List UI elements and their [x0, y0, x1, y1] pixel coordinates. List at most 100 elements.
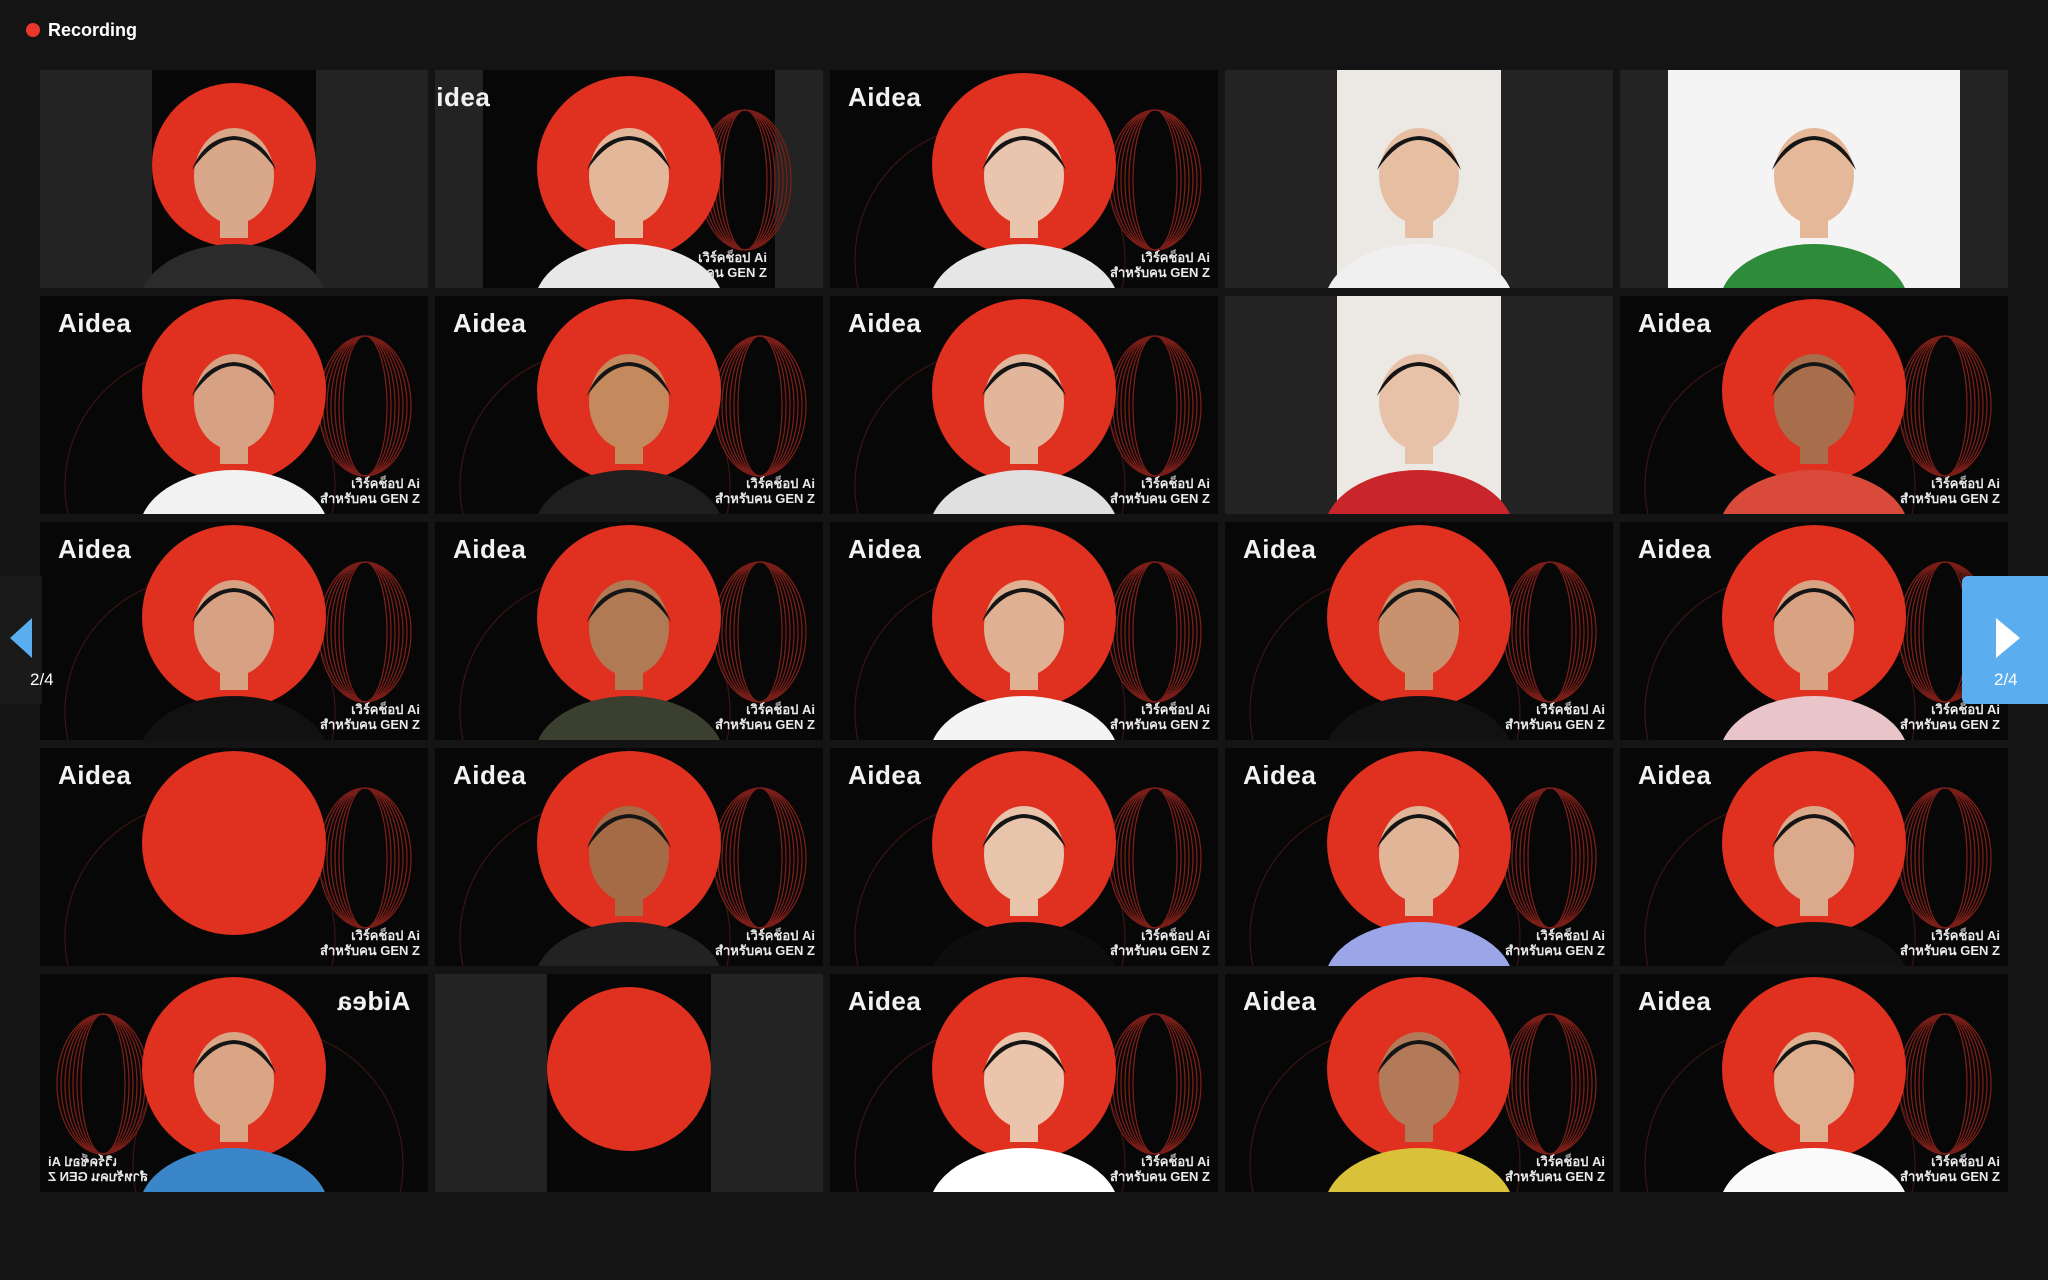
caption-line-1: เวิร์คช็อป Ai: [351, 702, 420, 717]
caption-line-1: เวิร์คช็อป Ai: [746, 928, 815, 943]
background-caption: เวิร์คช็อป Ai สำหรับคน GEN Z: [667, 250, 767, 280]
participant-tile[interactable]: Aidea เวิร์คช็อป Aiสำหรับคน GEN Z: [1620, 748, 2008, 966]
caption-line-1: เวิร์คช็อป Ai: [746, 702, 815, 717]
participant-video: [435, 974, 823, 1192]
aidea-logo-text: Aidea: [848, 82, 922, 112]
caption-line-1: เวิร์คช็อป Ai: [1536, 928, 1605, 943]
background-caption: เวิร์คช็อป Ai สำหรับคน GEN Z: [320, 476, 420, 506]
aidea-logo-text: Aidea: [1638, 986, 1712, 1016]
participant-tile[interactable]: Aidea เวิร์คช็อป Aiสำหรับคน GEN Z: [435, 296, 823, 514]
participant-tile[interactable]: Aidea เวิร์คช็อป Aiสำหรับคน GEN Z: [1620, 974, 2008, 1192]
caption-line-1: เวิร์คช็อป Ai: [1141, 702, 1210, 717]
participant-tile[interactable]: Aidea เวิร์คช็อป Aiสำหรับคน GEN Z: [1225, 522, 1613, 740]
caption-line-1: เวิร์คช็อป Ai: [1141, 1154, 1210, 1169]
aidea-logo-text: Aidea: [848, 534, 922, 564]
caption-line-2: สำหรับคน GEN Z: [1110, 717, 1210, 732]
aidea-logo-text: Aidea: [848, 986, 922, 1016]
participant-tile[interactable]: Aidea เวิร์คช็อป Aiสำหรับคน GEN Z: [830, 522, 1218, 740]
caption-line-2: สำหรับคน GEN Z: [1110, 943, 1210, 958]
caption-line-1: เวิร์คช็อป Ai: [351, 476, 420, 491]
page-indicator-right: 2/4: [1994, 670, 2018, 689]
background-caption: เวิร์คช็อป Ai สำหรับคน GEN Z: [715, 702, 815, 732]
caption-line-2: สำหรับคน GEN Z: [1505, 717, 1605, 732]
next-page-button[interactable]: 2/4: [1962, 576, 2048, 704]
aidea-logo-text: Aidea: [453, 760, 527, 790]
background-caption: เวิร์คช็อป Ai สำหรับคน GEN Z: [320, 928, 420, 958]
background-caption: เวิร์คช็อป Ai สำหรับคน GEN Z: [1505, 928, 1605, 958]
background-caption: เวิร์คช็อป Ai สำหรับคน GEN Z: [1900, 702, 2000, 732]
aidea-logo-text: Aidea: [1243, 760, 1317, 790]
aidea-logo-text: Aidea: [453, 534, 527, 564]
caption-line-1: เวิร์คช็อป Ai: [698, 250, 767, 265]
triangle-left-icon: [10, 618, 32, 658]
participant-tile[interactable]: Aidea เวิร์คช็อป Aiสำหรับคน GEN Z: [830, 748, 1218, 966]
caption-line-2: สำหรับคน GEN Z: [715, 717, 815, 732]
caption-line-1: เวิร์คช็อป Ai: [48, 1154, 117, 1169]
participant-tile[interactable]: Aidea เวิร์คช็อป Aiสำหรับคน GEN Z: [1225, 748, 1613, 966]
background-caption: เวิร์คช็อป Ai สำหรับคน GEN Z: [1110, 1154, 1210, 1184]
background-caption: เวิร์คช็อป Ai สำหรับคน GEN Z: [1110, 702, 1210, 732]
caption-line-2: สำหรับคน GEN Z: [48, 1169, 148, 1184]
caption-line-1: เวิร์คช็อป Ai: [1931, 928, 2000, 943]
aidea-logo-text: Aidea: [58, 534, 132, 564]
caption-line-2: สำหรับคน GEN Z: [1900, 1169, 2000, 1184]
participant-tile[interactable]: Aidea เวิร์คช็อป Aiสำหรับคน GEN Z: [830, 974, 1218, 1192]
caption-line-1: เวิร์คช็อป Ai: [1141, 250, 1210, 265]
caption-line-2: สำหรับคน GEN Z: [1900, 943, 2000, 958]
participant-tile[interactable]: Aidea เวิร์คช็อป Aiสำหรับคน GEN Z: [830, 296, 1218, 514]
participant-tile[interactable]: Aidea เวิร์คช็อป Aiสำหรับคน GEN Z: [435, 522, 823, 740]
caption-line-1: เวิร์คช็อป Ai: [1536, 1154, 1605, 1169]
participant-video: [1620, 70, 2008, 288]
aidea-logo-text: Aidea: [58, 308, 132, 338]
aidea-logo-text: Aidea: [848, 760, 922, 790]
background-caption: เวิร์คช็อป Ai สำหรับคน GEN Z: [715, 476, 815, 506]
caption-line-1: เวิร์คช็อป Ai: [1141, 476, 1210, 491]
participant-tile[interactable]: Aidea เวิร์คช็อป Aiสำหรับคน GEN Z: [40, 748, 428, 966]
participant-tile[interactable]: [1225, 70, 1613, 288]
caption-line-2: สำหรับคน GEN Z: [715, 943, 815, 958]
aidea-logo-text: Aidea: [1243, 986, 1317, 1016]
recording-dot-icon: [26, 23, 40, 37]
participant-tile[interactable]: [40, 70, 428, 288]
caption-line-2: สำหรับคน GEN Z: [320, 943, 420, 958]
caption-line-1: เวิร์คช็อป Ai: [1931, 476, 2000, 491]
background-caption: เวิร์คช็อป Ai สำหรับคน GEN Z: [715, 928, 815, 958]
background-caption: เวิร์คช็อป Ai สำหรับคน GEN Z: [1110, 928, 1210, 958]
participant-tile[interactable]: [1620, 70, 2008, 288]
participant-video: [1225, 70, 1613, 288]
aidea-logo-text: Aidea: [1243, 534, 1317, 564]
caption-line-2: สำหรับคน GEN Z: [1900, 717, 2000, 732]
participant-tile[interactable]: Aidea เวิร์คช็อป Aiสำหรับคน GEN Z: [830, 70, 1218, 288]
caption-line-2: สำหรับคน GEN Z: [1505, 943, 1605, 958]
participant-video: [1225, 296, 1613, 514]
participant-tile[interactable]: [1225, 296, 1613, 514]
caption-line-2: สำหรับคน GEN Z: [1110, 265, 1210, 280]
background-caption: เวิร์คช็อป Ai สำหรับคน GEN Z: [1505, 1154, 1605, 1184]
participant-tile[interactable]: [435, 974, 823, 1192]
caption-line-1: เวิร์คช็อป Ai: [1536, 702, 1605, 717]
background-caption: เวิร์คช็อป Ai สำหรับคน GEN Z: [1110, 250, 1210, 280]
participant-tile[interactable]: Aidea เวิร์คช็อป Aiสำหรับคน GEN Z: [1620, 296, 2008, 514]
participant-tile[interactable]: Aidea เวิร์คช็อป Aiสำหรับคน GEN Z: [40, 974, 428, 1192]
caption-line-2: สำหรับคน GEN Z: [320, 491, 420, 506]
background-caption: เวิร์คช็อป Ai สำหรับคน GEN Z: [320, 702, 420, 732]
participant-tile[interactable]: Aidea เวิร์คช็อป Aiสำหรับคน GEN Z: [1225, 974, 1613, 1192]
recording-label: Recording: [48, 19, 138, 40]
background-caption: เวิร์คช็อป Ai สำหรับคน GEN Z: [48, 1154, 148, 1184]
triangle-right-icon: [1996, 618, 2020, 658]
caption-line-2: สำหรับคน GEN Z: [715, 491, 815, 506]
caption-line-2: สำหรับคน GEN Z: [320, 717, 420, 732]
page-indicator-left: 2/4: [30, 670, 54, 689]
participant-tile[interactable]: Aidea เวิร์คช็อป Aiสำหรับคน GEN Z: [435, 748, 823, 966]
previous-page-button[interactable]: 2/4: [0, 576, 54, 704]
participant-tile[interactable]: Aidea เวิร์คช็อป Aiสำหรับคน GEN Z: [40, 522, 428, 740]
participant-video: [40, 70, 428, 288]
caption-line-1: เวิร์คช็อป Ai: [1931, 702, 2000, 717]
background-caption: เวิร์คช็อป Ai สำหรับคน GEN Z: [1900, 1154, 2000, 1184]
participant-tile[interactable]: Aidea เวิร์คช็อป Aiสำหรับคน GEN Z: [40, 296, 428, 514]
participant-tile[interactable]: Aidea เวิร์คช็อป Aiสำหรับคน GEN Z: [1620, 522, 2008, 740]
aidea-logo-text: Aidea: [1638, 760, 1712, 790]
aidea-logo-text: Aidea: [1638, 308, 1712, 338]
caption-line-2: สำหรับคน GEN Z: [667, 265, 767, 280]
participant-tile[interactable]: Aidea เวิร์คช็อป Aiสำหรับคน GEN Z: [435, 70, 823, 288]
